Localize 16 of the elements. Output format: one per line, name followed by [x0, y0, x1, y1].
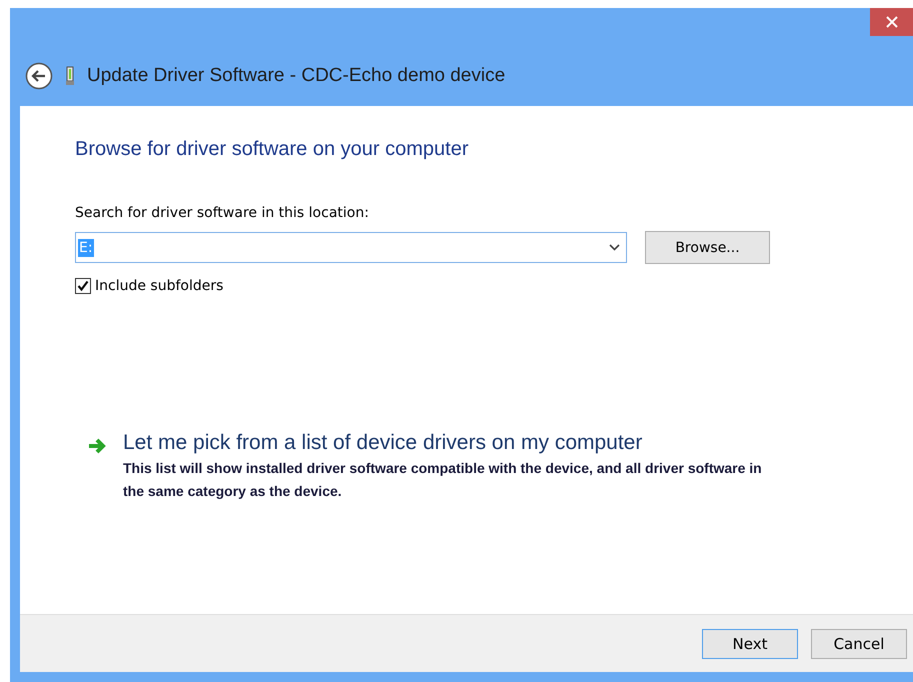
- close-button[interactable]: [870, 8, 913, 36]
- browse-button[interactable]: Browse...: [645, 231, 770, 264]
- pick-driver-description: This list will show installed driver software compatible with the device, and all driver software in the same category as the device.: [123, 459, 763, 501]
- device-icon: [65, 66, 75, 86]
- close-icon: [886, 16, 898, 28]
- location-label: Search for driver software in this location:: [75, 205, 370, 221]
- page-heading: Browse for driver software on your computer: [75, 138, 470, 161]
- window-title: Update Driver Software - CDC-Echo demo device: [87, 65, 506, 87]
- next-button[interactable]: Next: [702, 628, 798, 658]
- cancel-button[interactable]: Cancel: [811, 628, 907, 658]
- include-subfolders-checkbox[interactable]: [75, 278, 91, 294]
- include-subfolders-label: Include subfolders: [95, 278, 224, 294]
- dropdown-caret-icon: [609, 244, 620, 251]
- back-icon[interactable]: [25, 62, 53, 90]
- pick-driver-link[interactable]: Let me pick from a list of device drivers on my computer: [123, 431, 773, 455]
- location-value: E:: [78, 238, 94, 256]
